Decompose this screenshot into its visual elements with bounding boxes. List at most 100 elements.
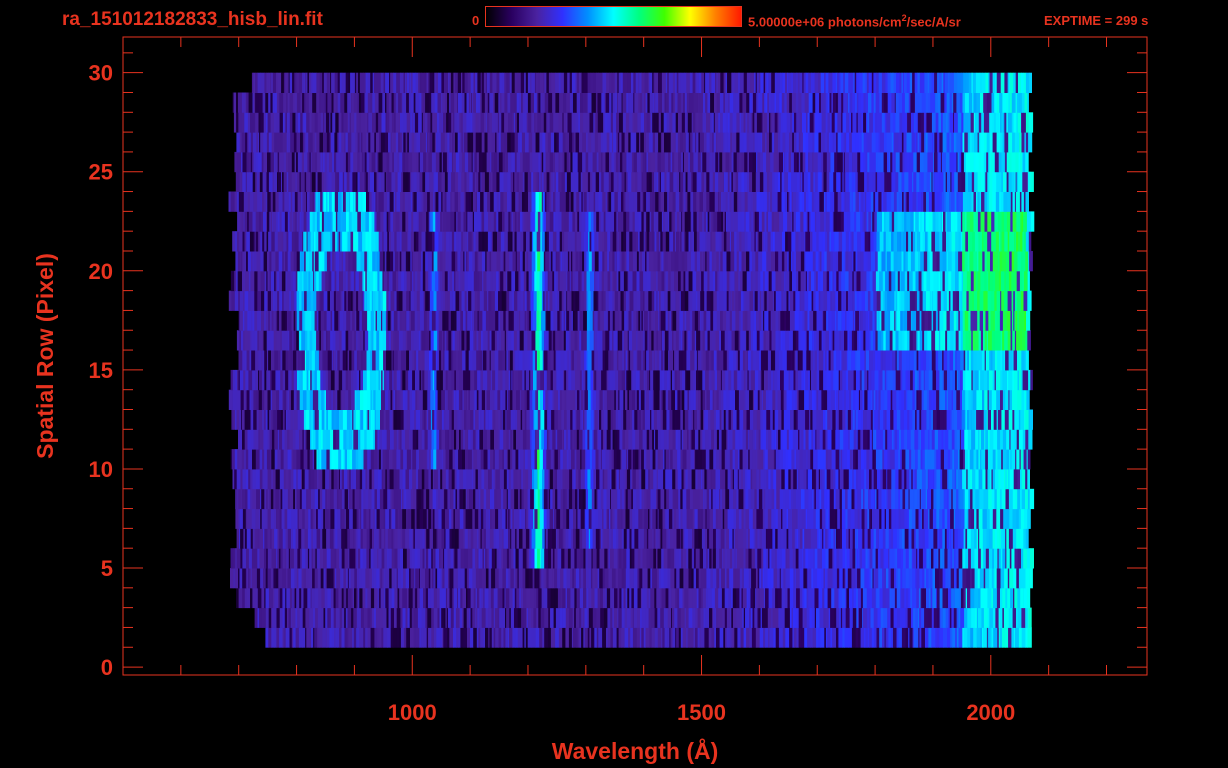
heatmap-cell <box>847 568 852 589</box>
heatmap-cell <box>301 548 306 569</box>
heatmap-cell <box>299 508 303 529</box>
heatmap-cell <box>657 488 661 510</box>
heatmap-cell <box>686 369 691 391</box>
heatmap-cell <box>359 627 364 648</box>
heatmap-cell <box>574 350 578 371</box>
heatmap-cell <box>239 369 244 391</box>
heatmap-cell <box>813 369 818 391</box>
heatmap-cell <box>252 449 257 470</box>
heatmap-cell <box>660 488 665 510</box>
heatmap-cell <box>716 607 719 628</box>
heatmap-cell <box>682 488 687 510</box>
heatmap-cell <box>714 369 718 391</box>
heatmap-cell <box>795 369 799 391</box>
heatmap-cell <box>923 389 928 410</box>
heatmap-cell <box>242 587 246 609</box>
heatmap-cell <box>692 528 695 549</box>
heatmap-cell <box>449 389 453 410</box>
heatmap-cell <box>721 409 725 430</box>
heatmap-cell <box>733 409 738 430</box>
heatmap-cell <box>248 548 253 569</box>
heatmap-cell <box>279 607 283 628</box>
heatmap-cell <box>810 528 815 549</box>
heatmap-cell <box>752 468 757 490</box>
heatmap-cell <box>575 468 579 490</box>
heatmap-cell <box>557 488 562 510</box>
heatmap-cell <box>393 488 398 510</box>
heatmap-cell <box>580 548 584 569</box>
heatmap-cell <box>926 409 930 430</box>
heatmap-cell <box>240 389 244 410</box>
heatmap-cell <box>535 389 539 410</box>
heatmap-cell <box>543 508 547 529</box>
heatmap-cell <box>491 607 495 628</box>
heatmap-cell <box>1014 548 1018 569</box>
heatmap-cell <box>783 409 788 430</box>
heatmap-cell <box>992 468 996 490</box>
heatmap-cell <box>408 369 413 391</box>
heatmap-cell <box>391 548 395 569</box>
heatmap-cell <box>539 468 543 490</box>
heatmap-cell <box>434 627 437 648</box>
heatmap-cell <box>825 548 830 569</box>
heatmap-cell <box>360 607 365 628</box>
heatmap-cell <box>657 627 662 648</box>
heatmap-cell <box>336 568 341 589</box>
heatmap-cell <box>916 568 920 589</box>
heatmap-cell <box>714 587 719 609</box>
heatmap-cell <box>279 587 283 609</box>
heatmap-cell <box>739 548 744 569</box>
heatmap-cell <box>1012 607 1017 628</box>
heatmap-cell <box>882 528 886 549</box>
heatmap-cell <box>669 528 674 549</box>
heatmap-cell <box>355 429 359 450</box>
heatmap-cell <box>646 409 651 430</box>
heatmap-cell <box>1012 528 1017 549</box>
heatmap-cell <box>598 429 602 450</box>
heatmap-cell <box>756 350 760 371</box>
heatmap-cell <box>875 449 881 470</box>
heatmap-cell <box>847 350 852 371</box>
heatmap-cell <box>874 468 878 490</box>
heatmap-cell <box>348 369 352 391</box>
heatmap-cell <box>532 389 536 410</box>
heatmap-cell <box>812 409 817 430</box>
heatmap-cell <box>595 568 598 589</box>
heatmap-cell <box>603 607 608 628</box>
heatmap-cell <box>971 568 975 589</box>
heatmap-cell <box>481 389 486 410</box>
heatmap-cell <box>813 449 817 470</box>
heatmap-cell <box>800 389 805 410</box>
heatmap-cell <box>708 627 712 648</box>
heatmap-cell <box>804 528 808 549</box>
heatmap-cell <box>604 548 608 569</box>
heatmap-cell <box>303 568 307 589</box>
heatmap-cell <box>426 528 430 549</box>
heatmap-cell <box>252 468 257 490</box>
heatmap-cell <box>858 528 862 549</box>
heatmap-cell <box>997 449 1002 470</box>
heatmap-cell <box>662 508 666 529</box>
heatmap-cell <box>297 607 301 628</box>
heatmap-cell <box>459 369 464 391</box>
heatmap-cell <box>477 369 481 391</box>
heatmap-cell <box>842 528 847 549</box>
heatmap-cell <box>711 429 715 450</box>
heatmap-cell <box>329 528 334 549</box>
heatmap-cell <box>528 607 532 628</box>
heatmap-cell <box>996 568 1001 589</box>
heatmap-cell <box>1029 488 1035 510</box>
heatmap-cell <box>913 587 917 609</box>
heatmap-cell <box>730 508 734 529</box>
heatmap-cell <box>807 627 811 648</box>
heatmap-cell <box>618 627 622 648</box>
heatmap-cell <box>1020 409 1025 430</box>
heatmap-cell <box>370 449 375 470</box>
heatmap-cell <box>655 429 659 450</box>
heatmap-cell <box>878 568 883 589</box>
heatmap-cell <box>705 627 710 648</box>
heatmap-cell <box>607 468 611 490</box>
heatmap-cell <box>393 449 397 470</box>
heatmap-cell <box>432 528 437 549</box>
heatmap-cell <box>907 607 912 628</box>
